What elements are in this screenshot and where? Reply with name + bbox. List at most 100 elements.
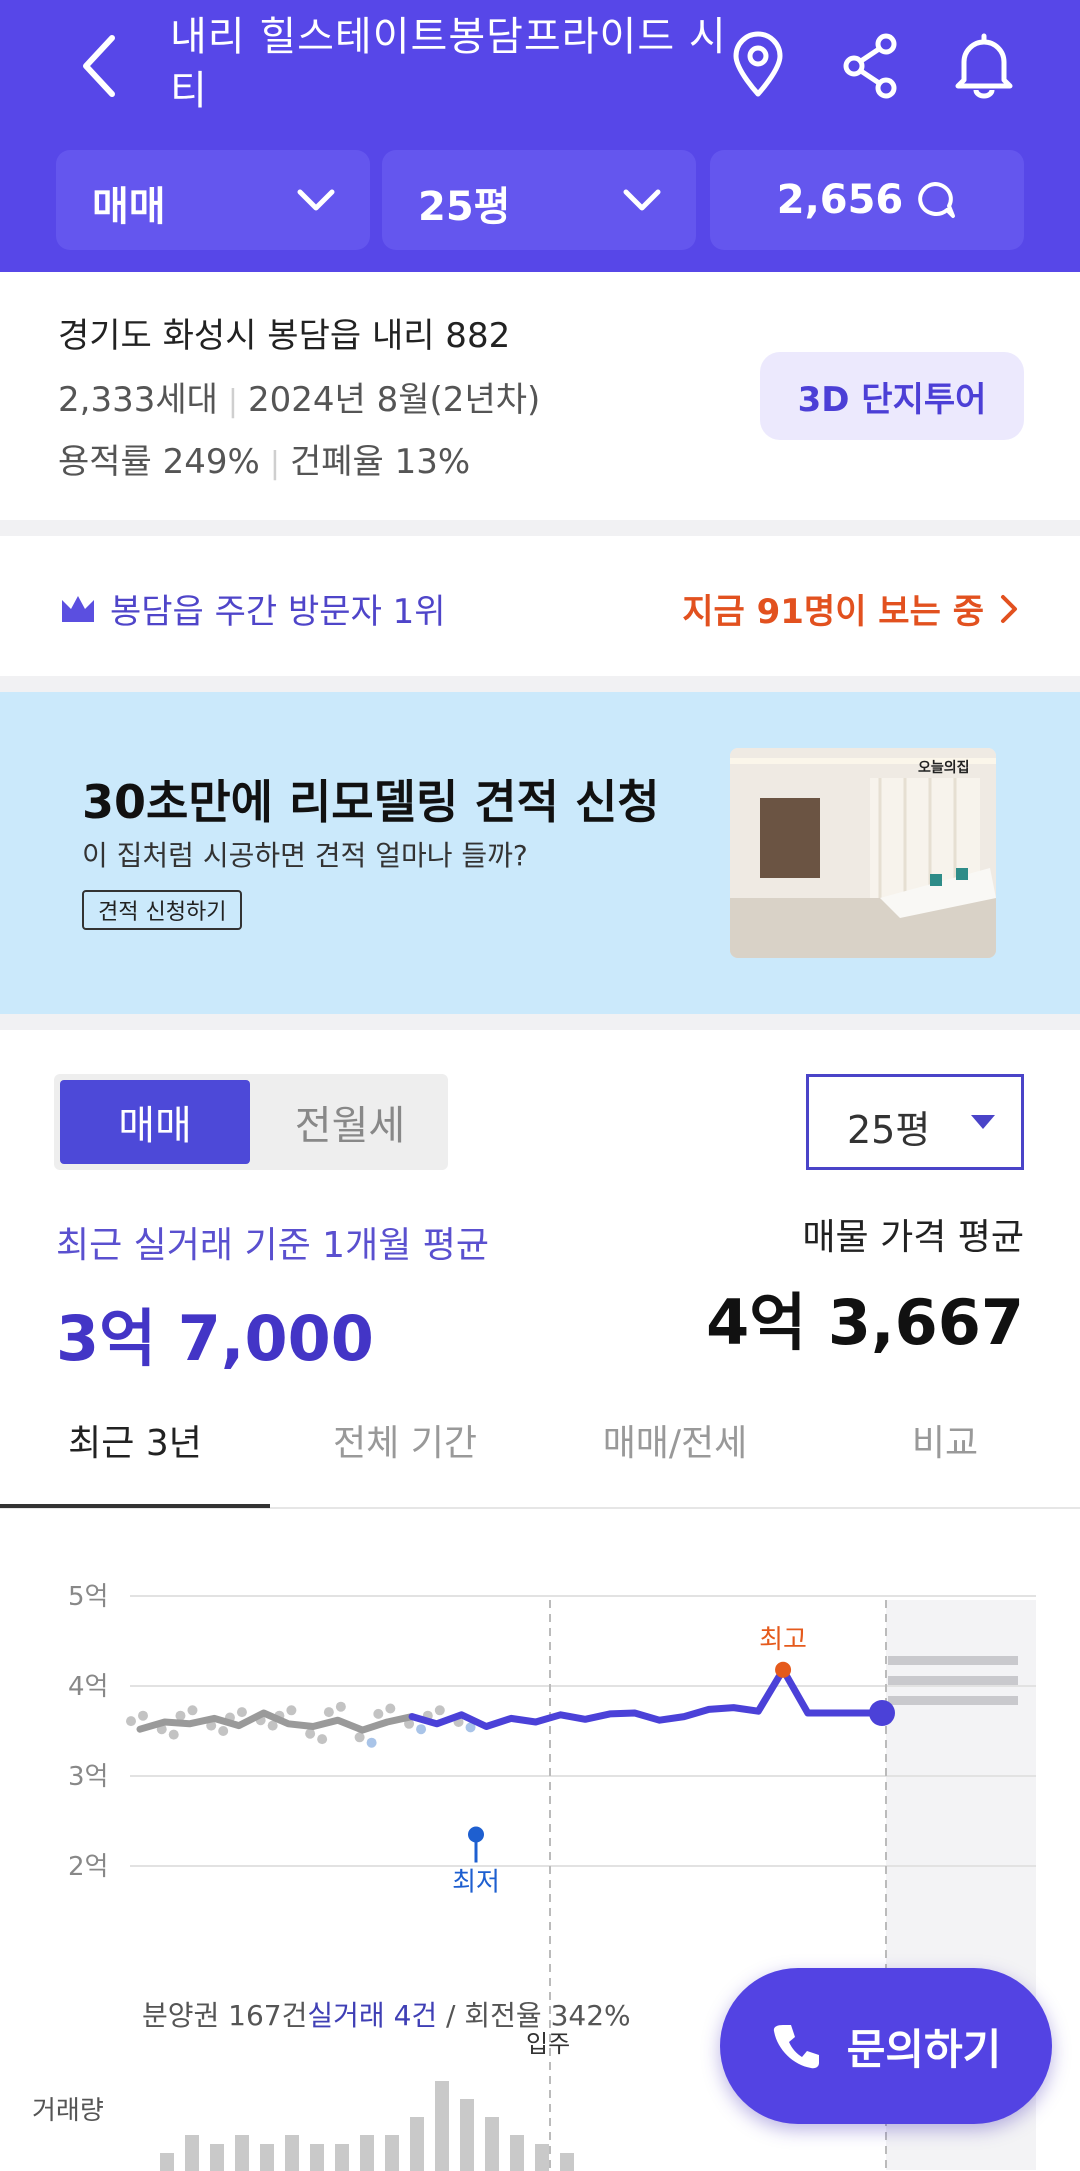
quote-request-button[interactable]: 견적 신청하기 xyxy=(82,890,243,930)
high-point xyxy=(775,1661,792,1678)
inquiry-button[interactable]: 문의하기 xyxy=(720,1968,1052,2124)
listing-bars xyxy=(888,1656,1018,1705)
size-select-label: 25평 xyxy=(847,1108,931,1152)
viewers-text: 지금 91명이 보는 중 xyxy=(682,592,984,632)
meta-row-2: 용적률 249% | 건폐율 13% xyxy=(58,434,470,483)
trade-dot xyxy=(187,1705,198,1716)
trade-dot xyxy=(236,1707,247,1718)
actual-price-line xyxy=(408,1666,886,1730)
active-tab-indicator xyxy=(0,1504,270,1508)
comments-button[interactable]: 2,656 xyxy=(710,150,1024,250)
volume-bar xyxy=(510,2135,524,2171)
trade-dot xyxy=(335,1701,346,1712)
volume-bar xyxy=(385,2135,399,2171)
volume-bar xyxy=(435,2081,449,2171)
caret-down-icon xyxy=(971,1115,995,1129)
volume-bar xyxy=(460,2099,474,2171)
trade-dot xyxy=(286,1705,297,1716)
tab-recent-3y[interactable]: 최근 3년 xyxy=(0,1414,270,1466)
volume-bar xyxy=(560,2153,574,2171)
spacer xyxy=(886,1561,887,1562)
listing-price-label: 매물 가격 평균 xyxy=(802,1217,1024,1258)
size-dropdown[interactable]: 25평 xyxy=(382,150,696,250)
volume-bar xyxy=(310,2144,324,2171)
volume-bar xyxy=(335,2144,349,2171)
inquiry-label: 문의하기 xyxy=(846,2024,1002,2074)
bell-icon xyxy=(955,33,1013,99)
viewers-link[interactable]: 지금 91명이 보는 중 xyxy=(682,584,1024,633)
ranking-row[interactable]: 봉담읍 주간 방문자 1위 xyxy=(58,584,446,633)
trade-dot xyxy=(138,1710,148,1721)
recent-price-value: 3억 7,000 xyxy=(56,1302,374,1375)
chevron-down-icon xyxy=(623,189,661,211)
section-divider xyxy=(0,520,1080,536)
living-room-image: 오늘의집 xyxy=(730,748,996,958)
share-button[interactable] xyxy=(838,30,902,100)
move-in-label: 입주 xyxy=(526,2030,571,2058)
location-pin-icon xyxy=(733,31,783,97)
size-select[interactable]: 25평 xyxy=(806,1074,1024,1170)
segment-rent[interactable]: 전월세 xyxy=(260,1080,440,1164)
banner-subtitle: 이 집처럼 시공하면 견적 얼마나 들까? xyxy=(82,839,528,872)
volume-bar xyxy=(360,2135,374,2171)
phone-icon xyxy=(773,2025,819,2069)
building-coverage-ratio: 건폐율 13% xyxy=(289,442,471,482)
listing-bar xyxy=(888,1696,1018,1705)
built-date: 2024년 8월(2년차) xyxy=(248,380,541,420)
stats-slash: / xyxy=(437,1999,465,2032)
households: 2,333세대 xyxy=(58,380,218,420)
location-button[interactable] xyxy=(726,30,790,100)
trade-dot xyxy=(317,1734,328,1745)
3d-tour-button[interactable]: 3D 단지투어 xyxy=(760,352,1024,440)
crown-icon xyxy=(62,595,94,622)
volume-bar xyxy=(535,2144,549,2171)
volume-label: 거래량 xyxy=(32,2096,104,2126)
trade-dot xyxy=(416,1724,427,1735)
trade-dot xyxy=(323,1707,334,1718)
y-tick-label: 4억 xyxy=(68,1672,108,1702)
trade-type-dropdown[interactable]: 매매 xyxy=(56,150,370,250)
section-divider xyxy=(0,1014,1080,1030)
notification-button[interactable] xyxy=(952,30,1016,100)
section-divider xyxy=(0,676,1080,692)
floor-area-ratio: 용적률 249% xyxy=(58,442,260,482)
trade-type-label: 매매 xyxy=(92,184,166,230)
volume-bar xyxy=(185,2135,199,2171)
presale-count: 분양권 167건 xyxy=(142,1999,308,2032)
volume-bar xyxy=(235,2135,249,2171)
volume-bar xyxy=(160,2153,174,2171)
trade-dot xyxy=(168,1729,179,1740)
ranking-text: 봉담읍 주간 방문자 1위 xyxy=(110,592,446,632)
trade-count: 실거래 4건 xyxy=(307,1999,438,2032)
low-point xyxy=(468,1826,484,1843)
size-label: 25평 xyxy=(418,184,511,230)
trade-dot xyxy=(373,1708,384,1719)
meta-row-1: 2,333세대 | 2024년 8월(2년차) xyxy=(58,372,540,421)
back-button[interactable] xyxy=(70,26,130,106)
volume-bar xyxy=(410,2117,424,2171)
y-tick-label: 2억 xyxy=(68,1852,108,1882)
tab-all-period[interactable]: 전체 기간 xyxy=(270,1414,540,1466)
living-room-illustration: 오늘의집 xyxy=(730,748,996,958)
y-axis-labels: 5억 4억 3억 2억 xyxy=(68,1582,108,1882)
volume-bar xyxy=(260,2144,274,2171)
trade-dot xyxy=(305,1728,316,1739)
volume-bar xyxy=(485,2117,499,2171)
listing-price-value: 4억 3,667 xyxy=(706,1286,1024,1359)
trade-dot xyxy=(354,1732,365,1743)
trade-dot xyxy=(175,1710,186,1721)
page-title: 내리 힐스테이트봉담프라이드 시티 xyxy=(170,14,727,114)
tab-compare[interactable]: 비교 xyxy=(810,1414,1080,1466)
trade-dot xyxy=(366,1737,377,1748)
volume-bar xyxy=(210,2144,224,2171)
y-tick-label: 5억 xyxy=(68,1582,108,1612)
comments-count: 2,656 xyxy=(776,177,904,223)
low-label: 최저 xyxy=(452,1868,500,1898)
segment-sale[interactable]: 매매 xyxy=(60,1080,250,1164)
tab-sale-jeonse[interactable]: 매매/전세 xyxy=(540,1414,810,1466)
recent-price-label: 최근 실거래 기준 1개월 평균 xyxy=(56,1225,489,1266)
high-label: 최고 xyxy=(759,1625,807,1655)
trade-dot xyxy=(218,1726,229,1736)
separator: | xyxy=(269,446,280,481)
trade-dot xyxy=(385,1703,396,1714)
